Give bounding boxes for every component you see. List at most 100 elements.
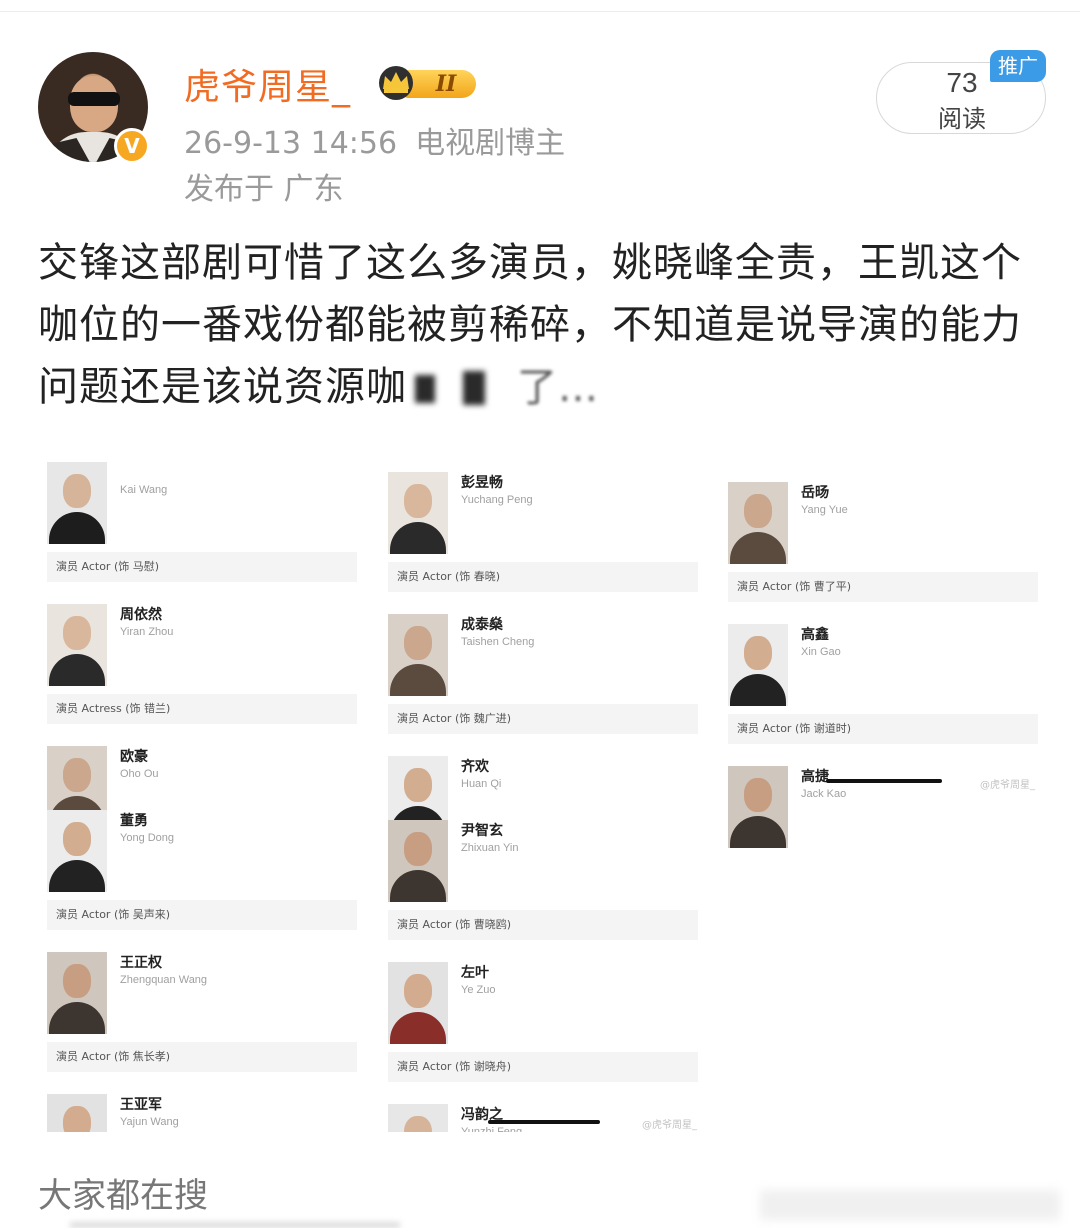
cast-column-3: 岳旸 Yang Yue 演员 Actor (饰 曹了平) 高鑫 Xin Gao 演员 Ac…	[721, 472, 1041, 848]
cast-column-1: Kai Wang 演员 Actor (饰 马慰) 周依然 Yiran Zhou 演员 A…	[40, 452, 360, 1132]
photo-head	[404, 768, 432, 802]
actor-photo	[388, 614, 448, 696]
actor-role: 演员 Actor (饰 魏广进)	[388, 704, 698, 734]
blurred-footer-item	[760, 1190, 1060, 1220]
actor-name: 董勇	[120, 813, 148, 829]
photo-body	[49, 654, 105, 686]
actor-english-name: Kai Wang	[120, 484, 168, 496]
verified-badge-icon: V	[114, 128, 150, 164]
actor-english-name: Ye Zuo	[461, 984, 496, 996]
actor-name: 左叶	[461, 965, 489, 981]
actor-card[interactable]: 王亚军 Yajun Wang	[40, 1084, 360, 1132]
photo-body	[730, 674, 786, 706]
actor-card[interactable]: 董勇 Yong Dong 演员 Actor (饰 吴声来)	[40, 800, 360, 942]
actor-card[interactable]: 彭昱畅 Yuchang Peng 演员 Actor (饰 春晓)	[381, 462, 701, 604]
actor-card[interactable]: Kai Wang 演员 Actor (饰 马慰)	[40, 452, 360, 594]
photo-head	[63, 822, 91, 856]
photo-head	[63, 474, 91, 508]
actor-name: 欧豪	[120, 749, 148, 765]
actor-card[interactable]: 成泰燊 Taishen Cheng 演员 Actor (饰 魏广进)	[381, 604, 701, 746]
actor-english-name: Yong Dong	[120, 832, 175, 844]
actor-photo	[47, 952, 107, 1034]
photo-head	[404, 832, 432, 866]
actor-name: 高捷	[801, 769, 829, 785]
actor-photo	[388, 962, 448, 1044]
actor-name: 彭昱畅	[461, 475, 503, 491]
photo-head	[404, 626, 432, 660]
actor-card[interactable]: 高鑫 Xin Gao 演员 Actor (饰 谢道时)	[721, 614, 1041, 756]
photo-body	[390, 1012, 446, 1044]
promo-tag: 推广	[990, 50, 1046, 82]
actor-card[interactable]: 王正权 Zhengquan Wang 演员 Actor (饰 焦长孝)	[40, 942, 360, 1084]
actor-photo	[728, 624, 788, 706]
actor-name: 王亚军	[120, 1097, 162, 1113]
actor-card[interactable]: 左叶 Ye Zuo 演员 Actor (饰 谢晓舟)	[381, 952, 701, 1094]
image-watermark: @虎爷周星_	[642, 1120, 697, 1131]
avatar-sunglasses	[68, 92, 120, 106]
post-timestamp: 26-9-13 14:56	[184, 126, 398, 161]
blurred-footer-line	[70, 1222, 400, 1228]
photo-body	[49, 860, 105, 892]
actor-role: 演员 Actress (饰 错兰)	[47, 694, 357, 724]
blurred-text-tail: 了…	[407, 365, 607, 411]
actor-photo	[388, 472, 448, 554]
cast-list-image[interactable]: Kai Wang 演员 Actor (饰 马慰) 周依然 Yiran Zhou 演员 A…	[40, 452, 1050, 1132]
actor-english-name: Yajun Wang	[120, 1116, 179, 1128]
photo-head	[404, 1116, 432, 1132]
actor-english-name: Yunzhi Feng	[461, 1126, 523, 1132]
scribble-mark	[488, 1120, 600, 1124]
member-level-badge[interactable]: II	[374, 64, 478, 102]
actor-card[interactable]: 周依然 Yiran Zhou 演员 Actress (饰 错兰)	[40, 594, 360, 736]
actor-english-name: Taishen Cheng	[461, 636, 535, 648]
actor-english-name: Xin Gao	[801, 646, 841, 658]
scribble-mark	[826, 779, 942, 783]
photo-head	[744, 636, 772, 670]
photo-head	[63, 758, 91, 792]
actor-name: 王正权	[120, 955, 162, 971]
photo-head	[404, 484, 432, 518]
actor-english-name: Zhengquan Wang	[120, 974, 208, 986]
actor-name: 周依然	[120, 607, 162, 623]
username[interactable]: 虎爷周星_	[184, 58, 351, 110]
actor-card[interactable]: 尹智玄 Zhixuan Yin 演员 Actor (饰 曹晓鸥)	[381, 810, 701, 952]
photo-body	[390, 664, 446, 696]
actor-card[interactable]: 岳旸 Yang Yue 演员 Actor (饰 曹了平)	[721, 472, 1041, 614]
actor-english-name: Oho Ou	[120, 768, 159, 780]
read-label: 阅读	[938, 105, 986, 133]
actor-english-name: Yiran Zhou	[120, 626, 174, 638]
photo-body	[730, 532, 786, 564]
actor-english-name: Yuchang Peng	[461, 494, 533, 506]
actor-photo	[47, 1094, 107, 1132]
actor-name: 齐欢	[461, 759, 489, 775]
photo-body	[49, 1002, 105, 1034]
actor-role: 演员 Actor (饰 谢晓舟)	[388, 1052, 698, 1082]
actor-photo	[388, 820, 448, 902]
actor-english-name: Yang Yue	[801, 504, 848, 516]
actor-role: 演员 Actor (饰 曹晓鸥)	[388, 910, 698, 940]
actor-role: 演员 Actor (饰 焦长孝)	[47, 1042, 357, 1072]
post-meta: 26-9-13 14:56 电视剧博主	[184, 118, 565, 162]
actor-photo	[728, 482, 788, 564]
actor-photo	[47, 462, 107, 544]
actor-english-name: Jack Kao	[801, 788, 847, 800]
photo-head	[404, 974, 432, 1008]
trending-title: 大家都在搜	[38, 1176, 208, 1216]
actor-role: 演员 Actor (饰 吴声来)	[47, 900, 357, 930]
actor-role: 演员 Actor (饰 谢道时)	[728, 714, 1038, 744]
actor-card[interactable]: 齐欢 Huan Qi	[381, 746, 701, 838]
actor-card[interactable]: 欧豪 Oho Ou	[40, 736, 360, 828]
photo-head	[744, 778, 772, 812]
actor-name: 尹智玄	[461, 823, 503, 839]
actor-name: 成泰燊	[461, 617, 503, 633]
top-divider	[0, 0, 1080, 12]
photo-head	[63, 964, 91, 998]
actor-role: 演员 Actor (饰 春晓)	[388, 562, 698, 592]
photo-head	[63, 616, 91, 650]
crown-icon	[379, 66, 413, 100]
post-location: 发布于 广东	[184, 172, 344, 207]
photo-head	[744, 494, 772, 528]
actor-name: 岳旸	[801, 485, 829, 501]
actor-photo	[388, 1104, 448, 1132]
actor-photo	[728, 766, 788, 848]
cast-column-2: 彭昱畅 Yuchang Peng 演员 Actor (饰 春晓) 成泰燊 Taishen…	[381, 462, 701, 1132]
